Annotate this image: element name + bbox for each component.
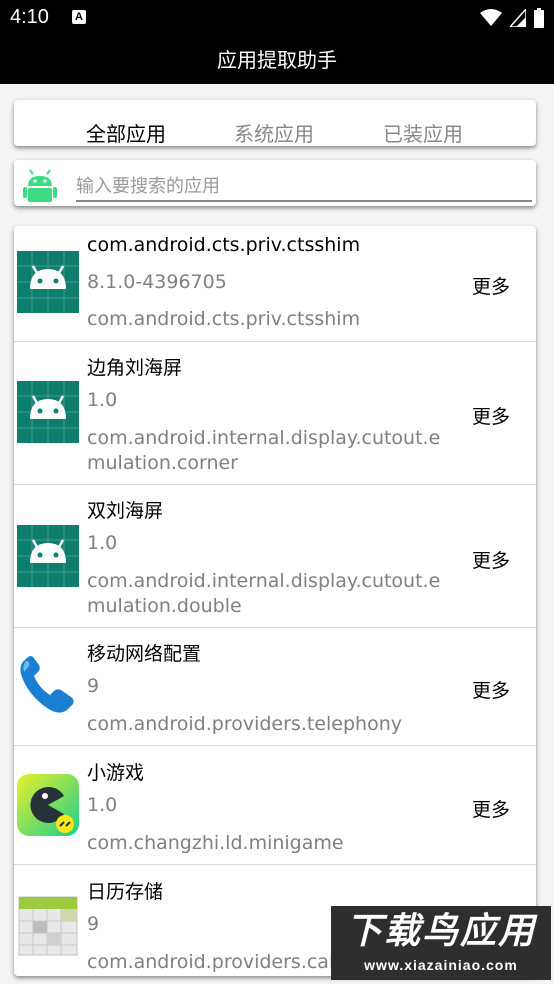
android-robot-icon xyxy=(17,381,79,443)
app-package: com.android.internal.display.cutout.emul… xyxy=(87,427,441,474)
app-version: 1.0 xyxy=(87,794,118,816)
app-version: 9 xyxy=(87,913,100,935)
app-package: com.android.cts.priv.ctsshim xyxy=(87,308,361,330)
app-name: 移动网络配置 xyxy=(87,643,202,665)
app-version: 1.0 xyxy=(87,389,118,411)
more-button[interactable]: 更多 xyxy=(472,676,510,703)
signal-icon xyxy=(510,9,526,27)
list-item[interactable]: 小游戏 1.0 com.changzhi.ld.minigame 更多 xyxy=(14,746,536,864)
android-robot-icon xyxy=(17,251,79,313)
app-list: com.android.cts.priv.ctsshim 8.1.0-43967… xyxy=(14,226,536,976)
watermark-brand: 下载鸟应用 xyxy=(345,911,536,952)
app-version: 8.1.0-4396705 xyxy=(87,271,227,293)
more-button[interactable]: 更多 xyxy=(472,795,510,822)
app-name: com.android.cts.priv.ctsshim xyxy=(87,234,361,256)
notification-a-icon: A xyxy=(72,10,86,24)
list-item[interactable]: 移动网络配置 9 com.android.providers.telephony… xyxy=(14,628,536,745)
more-button[interactable]: 更多 xyxy=(472,272,510,299)
app-package: com.android.internal.display.cutout.emul… xyxy=(87,570,441,617)
watermark: 下载鸟应用 www.xiazainiao.com xyxy=(331,906,551,980)
search-input[interactable] xyxy=(76,172,532,202)
app-name: 双刘海屏 xyxy=(87,500,164,522)
tab-installed-apps[interactable]: 已装应用 xyxy=(383,118,463,147)
tab-bar: 全部应用 系统应用 已装应用 xyxy=(14,100,536,146)
watermark-url: www.xiazainiao.com xyxy=(364,957,518,973)
list-item[interactable]: 边角刘海屏 1.0 com.android.internal.display.c… xyxy=(14,342,536,484)
app-package: com.android.providers.telephony xyxy=(87,713,402,735)
minigame-icon xyxy=(17,774,79,836)
status-time: 4:10 xyxy=(10,6,49,28)
phone-handset-icon xyxy=(20,656,74,713)
app-name: 边角刘海屏 xyxy=(87,357,183,379)
more-button[interactable]: 更多 xyxy=(472,402,510,429)
tab-all-apps[interactable]: 全部应用 xyxy=(86,118,166,147)
more-button[interactable]: 更多 xyxy=(472,546,510,573)
list-item[interactable]: 双刘海屏 1.0 com.android.internal.display.cu… xyxy=(14,485,536,627)
calendar-icon xyxy=(18,896,78,956)
list-item[interactable]: com.android.cts.priv.ctsshim 8.1.0-43967… xyxy=(14,226,536,341)
android-search-icon xyxy=(23,169,57,202)
battery-icon xyxy=(534,8,544,28)
app-name: 日历存储 xyxy=(87,881,164,903)
search-bar xyxy=(14,160,536,206)
app-package: com.changzhi.ld.minigame xyxy=(87,832,344,854)
android-robot-icon xyxy=(17,525,79,587)
tab-system-apps[interactable]: 系统应用 xyxy=(234,118,314,147)
app-version: 1.0 xyxy=(87,532,118,554)
wifi-icon xyxy=(480,9,502,26)
app-version: 9 xyxy=(87,675,100,697)
page-title: 应用提取助手 xyxy=(217,48,337,72)
app-bar: 应用提取助手 xyxy=(0,38,554,84)
app-name: 小游戏 xyxy=(87,762,145,784)
